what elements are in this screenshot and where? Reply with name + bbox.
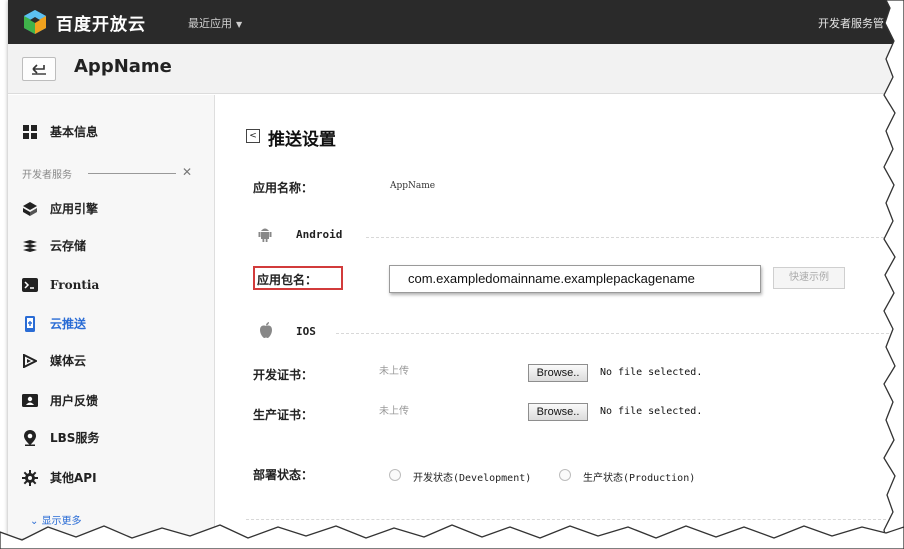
recent-apps-label: 最近应用	[188, 17, 232, 30]
app-window: 百度开放云 最近应用 ▼ 开发者服务管 AppName 基本信息 开发者服务 ✕	[8, 0, 894, 538]
cloud-push-icon	[22, 315, 38, 332]
page-title: 推送设置	[268, 130, 336, 150]
developer-service-menu[interactable]: 开发者服务管	[818, 15, 884, 31]
top-navigation-bar: 百度开放云 最近应用 ▼ 开发者服务管	[8, 0, 894, 44]
gear-icon	[22, 469, 38, 486]
sidebar-item-label: LBS服务	[50, 431, 100, 445]
brand-name: 百度开放云	[56, 14, 146, 35]
cloud-storage-icon	[22, 238, 38, 254]
prod-cert-status: 未上传	[379, 406, 409, 417]
sidebar-item-label: 其他API	[50, 471, 97, 485]
title-back-button[interactable]: <	[246, 129, 260, 143]
dev-cert-label: 开发证书：	[253, 368, 314, 382]
prod-mode-label[interactable]: 生产状态(Production)	[583, 469, 695, 484]
brand-logo[interactable]: 百度开放云	[22, 9, 146, 35]
sidebar-item-frontia[interactable]: Frontia	[22, 277, 99, 293]
chevron-down-icon: ⌄	[30, 516, 42, 527]
divider	[336, 333, 894, 334]
recent-apps-dropdown[interactable]: 最近应用 ▼	[188, 15, 242, 31]
show-more-link[interactable]: ⌄ 显示更多	[30, 512, 82, 527]
sidebar-item-label: 云存储	[50, 239, 87, 253]
android-section-label: Android	[296, 228, 343, 241]
caret-down-icon: ▼	[236, 20, 243, 29]
sidebar-item-label: 媒体云	[50, 354, 87, 368]
divider	[246, 519, 886, 520]
sidebar-item-user-feedback[interactable]: 用户反馈	[22, 392, 98, 409]
app-name-value: AppName	[390, 181, 436, 191]
android-icon	[258, 228, 272, 242]
sidebar-item-label: 用户反馈	[50, 394, 99, 408]
prod-cert-browse-button[interactable]: Browse..	[528, 403, 588, 421]
app-engine-icon	[22, 201, 38, 217]
tools-icon[interactable]: ✕	[182, 165, 192, 179]
dev-mode-label[interactable]: 开发状态(Development)	[413, 469, 531, 484]
sidebar-item-basic-info[interactable]: 基本信息	[22, 123, 98, 140]
dev-mode-radio[interactable]	[389, 469, 401, 481]
app-header: AppName	[8, 44, 894, 94]
sidebar-item-other-api[interactable]: 其他API	[22, 469, 97, 486]
frontia-icon	[22, 277, 38, 293]
main-content: < 推送设置 应用名称： AppName Android 应用包名： com.e…	[216, 95, 894, 538]
user-feedback-icon	[22, 393, 38, 409]
sidebar-item-media-cloud[interactable]: 媒体云	[22, 352, 86, 369]
divider	[88, 173, 176, 174]
prod-cert-label: 生产证书：	[253, 408, 314, 422]
app-name-label: 应用名称：	[253, 181, 314, 195]
dev-cert-status: 未上传	[379, 366, 409, 377]
dev-cert-browse-button[interactable]: Browse..	[528, 364, 588, 382]
media-cloud-icon	[22, 353, 38, 369]
sidebar: 基本信息 开发者服务 ✕ 应用引擎 云存储 Frontia 云推送 媒体云 用户…	[8, 95, 215, 538]
sidebar-item-label: 应用引擎	[50, 202, 99, 216]
return-arrow-icon	[32, 64, 46, 75]
package-name-input[interactable]: com.exampledomainname.examplepackagename	[389, 265, 761, 293]
app-name-title: AppName	[74, 56, 172, 77]
show-more-label: 显示更多	[41, 516, 82, 527]
package-name-label: 应用包名：	[257, 273, 318, 287]
sidebar-item-cloud-storage[interactable]: 云存储	[22, 237, 86, 254]
sidebar-item-label: 基本信息	[50, 125, 99, 139]
location-pin-icon	[22, 429, 38, 446]
deploy-status-label: 部署状态：	[253, 468, 314, 482]
cube-logo-icon	[24, 10, 46, 34]
sidebar-item-label: 云推送	[50, 317, 87, 331]
quick-example-button[interactable]: 快速示例	[773, 267, 845, 289]
ios-section-label: IOS	[296, 325, 316, 338]
sidebar-item-lbs[interactable]: LBS服务	[22, 429, 99, 446]
sidebar-item-app-engine[interactable]: 应用引擎	[22, 200, 98, 217]
divider	[366, 237, 894, 238]
prod-cert-file-status: No file selected.	[600, 406, 703, 417]
dev-cert-file-status: No file selected.	[600, 367, 703, 378]
grid-icon	[22, 124, 38, 140]
back-button[interactable]	[22, 57, 56, 81]
sidebar-item-cloud-push[interactable]: 云推送	[22, 315, 86, 332]
apple-icon	[260, 322, 272, 338]
sidebar-item-label: Frontia	[50, 278, 100, 292]
prod-mode-radio[interactable]	[559, 469, 571, 481]
sidebar-group-label: 开发者服务	[22, 170, 72, 181]
